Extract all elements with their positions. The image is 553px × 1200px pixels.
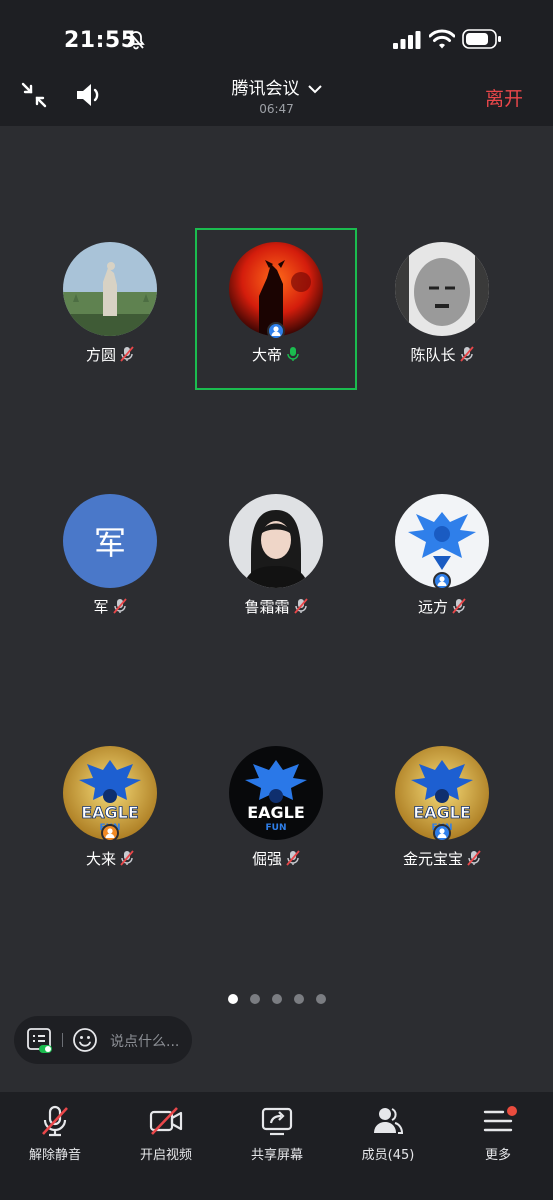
participant-tile[interactable]: EAGLE FUN 金元宝宝 bbox=[361, 732, 523, 894]
share-screen-icon bbox=[261, 1107, 293, 1136]
leave-button[interactable]: 离开 bbox=[485, 84, 523, 111]
participant-name-row: 金元宝宝 bbox=[361, 848, 523, 869]
avatar: EAGLE FUN bbox=[229, 746, 323, 840]
start-video-label: 开启视频 bbox=[139, 1148, 192, 1163]
mic-muted-icon bbox=[452, 598, 466, 614]
more-button[interactable]: 更多 bbox=[443, 1104, 553, 1163]
participant-tile[interactable]: 陈队长 bbox=[361, 228, 523, 390]
page-dot[interactable] bbox=[293, 994, 304, 1004]
mic-muted-icon bbox=[286, 850, 300, 866]
participant-name-row: 大来 bbox=[29, 848, 191, 869]
chat-input-placeholder[interactable]: 说点什么... bbox=[110, 1031, 179, 1051]
unmute-button[interactable]: 解除静音 bbox=[0, 1104, 110, 1163]
mic-muted-icon bbox=[293, 598, 308, 614]
participant-name: 大来 bbox=[85, 850, 116, 868]
participant-name-row: 鲁霜霜 bbox=[195, 596, 357, 617]
participant-tile[interactable]: EAGLE FUN 大来 bbox=[29, 732, 191, 894]
notification-dot bbox=[507, 1106, 517, 1116]
members-icon bbox=[374, 1108, 404, 1134]
participant-name: 远方 bbox=[417, 598, 448, 616]
host-badge bbox=[433, 824, 451, 842]
battery-icon bbox=[462, 29, 501, 49]
host-badge bbox=[267, 322, 285, 340]
bottom-toolbar: 解除静音 开启视频 共享屏幕 成员(45) 更多 bbox=[0, 1092, 553, 1200]
eagle-logo-text: EAGLE bbox=[413, 803, 471, 822]
members-button[interactable]: 成员(45) bbox=[333, 1104, 443, 1163]
participant-tile-active-speaker[interactable]: 大帝 bbox=[195, 228, 357, 390]
participant-name: 鲁霜霜 bbox=[244, 598, 290, 616]
cellular-signal-icon bbox=[393, 31, 421, 49]
participant-name-row: 远方 bbox=[361, 596, 523, 617]
avatar: 军 bbox=[63, 494, 157, 588]
share-screen-button[interactable]: 共享屏幕 bbox=[222, 1104, 332, 1163]
mic-muted-icon bbox=[112, 598, 127, 614]
avatar bbox=[395, 242, 489, 336]
participant-tile[interactable]: 方圆 bbox=[29, 228, 191, 390]
meeting-title[interactable]: 腾讯会议 bbox=[0, 74, 553, 99]
participant-name-row: 方圆 bbox=[29, 344, 191, 365]
meeting-timer: 06:47 bbox=[259, 102, 294, 116]
avatar bbox=[63, 242, 157, 336]
more-label: 更多 bbox=[484, 1148, 511, 1163]
silent-mode-icon bbox=[127, 31, 145, 50]
participant-name: 金元宝宝 bbox=[402, 850, 463, 868]
wifi-icon bbox=[429, 29, 455, 49]
participant-name: 倔强 bbox=[251, 850, 282, 868]
chevron-down-icon bbox=[307, 85, 322, 94]
mic-off-icon bbox=[42, 1105, 68, 1137]
eagle-logo-text: EAGLE bbox=[81, 803, 139, 822]
page-dot-current[interactable] bbox=[227, 994, 238, 1004]
page-indicator[interactable] bbox=[0, 994, 553, 1004]
fun-logo-text: FUN bbox=[266, 823, 287, 833]
start-video-button[interactable]: 开启视频 bbox=[111, 1104, 221, 1163]
page-dot[interactable] bbox=[315, 994, 326, 1004]
eagle-logo-text: EAGLE bbox=[247, 803, 305, 822]
mic-muted-icon bbox=[459, 346, 474, 362]
participant-tile[interactable]: 军 军 bbox=[29, 480, 191, 642]
mic-active-icon bbox=[287, 347, 299, 361]
participant-name-row: 大帝 bbox=[197, 344, 355, 365]
participant-tile[interactable]: 远方 bbox=[361, 480, 523, 642]
participant-name-row: 陈队长 bbox=[361, 344, 523, 365]
participant-name: 大帝 bbox=[251, 346, 282, 364]
members-label: 成员(45) bbox=[361, 1148, 415, 1163]
avatar bbox=[229, 494, 323, 588]
participant-name: 陈队长 bbox=[410, 346, 456, 364]
mic-muted-icon bbox=[120, 346, 134, 362]
mic-muted-icon bbox=[467, 850, 481, 866]
participant-name-row: 倔强 bbox=[195, 848, 357, 869]
participant-tile[interactable]: 鲁霜霜 bbox=[195, 480, 357, 642]
participant-name: 军 bbox=[93, 598, 109, 616]
chat-input-bar[interactable]: 说点什么... bbox=[14, 1016, 192, 1064]
mic-muted-icon bbox=[120, 850, 134, 866]
divider bbox=[62, 1033, 63, 1047]
share-screen-label: 共享屏幕 bbox=[250, 1148, 303, 1163]
host-badge bbox=[433, 572, 451, 590]
participant-name: 方圆 bbox=[85, 346, 116, 364]
meeting-title-text: 腾讯会议 bbox=[231, 79, 300, 99]
page-dot[interactable] bbox=[271, 994, 282, 1004]
participant-name-row: 军 bbox=[29, 596, 191, 617]
unmute-label: 解除静音 bbox=[28, 1148, 81, 1163]
participant-tile[interactable]: EAGLE FUN 倔强 bbox=[195, 732, 357, 894]
video-off-icon bbox=[149, 1107, 183, 1135]
host-badge bbox=[101, 824, 119, 842]
meeting-header: 21:55 腾讯会议 06:47 离开 bbox=[0, 0, 553, 126]
page-dot[interactable] bbox=[249, 994, 260, 1004]
emoji-icon[interactable] bbox=[72, 1027, 98, 1053]
chat-panel-toggle-icon[interactable] bbox=[27, 1028, 53, 1054]
